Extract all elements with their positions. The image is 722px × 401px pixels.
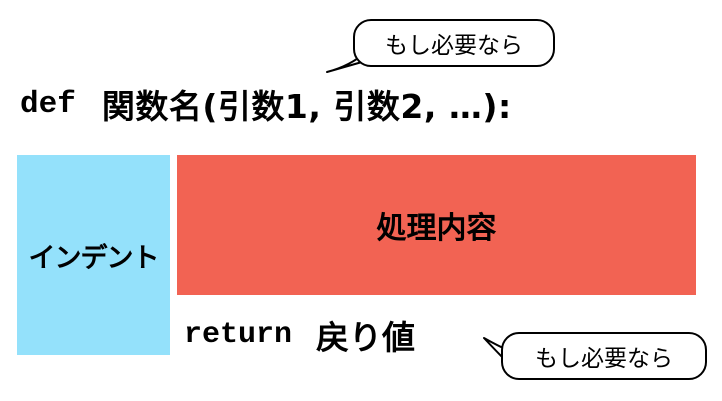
return-value: 戻り値 [316,318,416,357]
indent-block: インデント [17,155,170,355]
def-keyword: def [20,86,76,122]
arguments-callout: もし必要なら [353,19,555,67]
process-label: 処理内容 [376,211,497,246]
return-statement-line: return 戻り値 [184,310,415,360]
function-definition-line: def 関数名(引数1, 引数2, …): [20,76,512,132]
process-block: 処理内容 [177,155,696,295]
return-callout-text: もし必要なら [535,346,673,372]
function-signature: 関数名(引数1, 引数2, …): [101,87,512,126]
return-callout: もし必要なら [501,332,707,380]
indent-label: インデント [28,242,160,274]
return-keyword: return [184,318,293,352]
arguments-callout-text: もし必要なら [385,33,523,59]
